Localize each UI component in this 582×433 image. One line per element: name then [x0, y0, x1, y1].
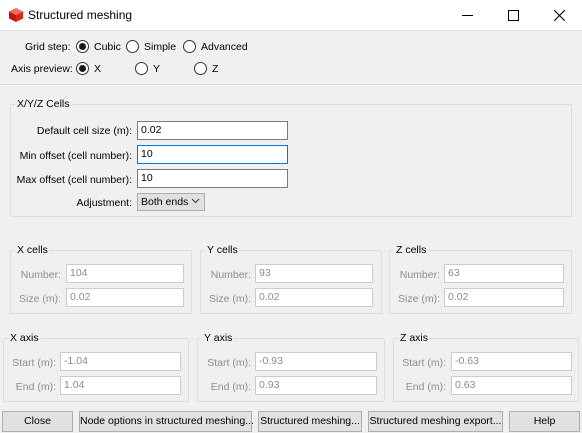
z-axis-end-field: 0.63 — [451, 376, 572, 395]
z-cells-number-field: 63 — [444, 264, 564, 283]
title-bar: Structured meshing — [0, 0, 582, 31]
x-axis-start-field: -1.04 — [60, 352, 181, 371]
axis-preview-label: Axis preview: — [11, 63, 73, 75]
adjustment-select[interactable]: Both ends — [137, 193, 205, 211]
axis-preview-y-label: Y — [153, 63, 161, 75]
grid-step-label: Grid step: — [25, 41, 71, 53]
x-axis-start-label: Start (m): — [12, 357, 56, 369]
axis-preview-z-label: Z — [212, 63, 219, 75]
minimize-button[interactable] — [444, 0, 490, 31]
min-offset-label: Min offset (cell number): — [19, 150, 132, 162]
grid-step-advanced-radio[interactable] — [183, 40, 196, 53]
close-window-button[interactable] — [536, 0, 582, 31]
z-cells-title: Z cells — [394, 244, 429, 256]
grid-step-cubic-label: Cubic — [94, 41, 121, 53]
z-axis-start-field: -0.63 — [451, 352, 572, 371]
maximize-button[interactable] — [490, 0, 536, 31]
window-title: Structured meshing — [28, 8, 133, 22]
close-button[interactable]: Close — [2, 411, 73, 432]
z-cells-size-label: Size (m): — [398, 293, 440, 305]
axis-preview-x-label: X — [94, 63, 102, 75]
y-axis-start-label: Start (m): — [207, 357, 251, 369]
y-axis-title: Y axis — [202, 332, 235, 344]
maximize-icon — [507, 10, 519, 21]
divider — [0, 84, 582, 86]
y-cells-title: Y cells — [205, 244, 240, 256]
max-offset-input[interactable]: 10 — [137, 169, 288, 188]
y-axis-end-label: End (m): — [210, 381, 251, 393]
structured-meshing-button[interactable]: Structured meshing... — [258, 411, 362, 432]
help-button[interactable]: Help — [509, 411, 580, 432]
y-cells-size-field: 0.02 — [255, 288, 373, 307]
grid-step-simple-label: Simple — [144, 41, 177, 53]
x-axis-title: X axis — [8, 332, 41, 344]
grid-step-advanced-label: Advanced — [201, 41, 248, 53]
axis-preview-z-radio[interactable] — [194, 62, 207, 75]
x-axis-end-label: End (m): — [15, 381, 56, 393]
z-cells-size-field: 0.02 — [444, 288, 564, 307]
max-offset-label: Max offset (cell number): — [16, 174, 132, 186]
default-cell-size-label: Default cell size (m): — [36, 125, 132, 137]
close-icon — [553, 10, 565, 21]
z-axis-title: Z axis — [398, 332, 431, 344]
x-axis-end-field: 1.04 — [60, 376, 181, 395]
axis-preview-x-radio[interactable] — [76, 62, 89, 75]
y-cells-size-label: Size (m): — [209, 293, 251, 305]
node-options-button[interactable]: Node options in structured meshing... — [79, 411, 254, 432]
axis-preview-y-radio[interactable] — [135, 62, 148, 75]
z-axis-end-label: End (m): — [405, 381, 446, 393]
y-axis-start-field: -0.93 — [255, 352, 377, 371]
grid-step-simple-radio[interactable] — [126, 40, 139, 53]
adjustment-label: Adjustment: — [76, 197, 132, 209]
y-axis-end-field: 0.93 — [255, 376, 377, 395]
default-cell-size-input[interactable]: 0.02 — [137, 121, 288, 140]
cube-icon — [9, 8, 23, 22]
xyz-cells-title: X/Y/Z Cells — [15, 98, 72, 110]
grid-step-cubic-radio[interactable] — [76, 40, 89, 53]
x-cells-title: X cells — [15, 244, 50, 256]
y-cells-number-label: Number: — [210, 269, 251, 281]
adjustment-value: Both ends — [141, 196, 189, 208]
x-cells-size-field: 0.02 — [66, 288, 184, 307]
z-axis-start-label: Start (m): — [402, 357, 446, 369]
min-offset-input[interactable]: 10 — [137, 145, 288, 164]
x-cells-size-label: Size (m): — [19, 293, 61, 305]
minimize-icon — [461, 15, 473, 16]
x-cells-number-label: Number: — [20, 269, 61, 281]
chevron-down-icon — [191, 198, 200, 204]
y-cells-number-field: 93 — [255, 264, 373, 283]
structured-meshing-export-button[interactable]: Structured meshing export... — [368, 411, 503, 432]
z-cells-number-label: Number: — [399, 269, 440, 281]
x-cells-number-field: 104 — [66, 264, 184, 283]
